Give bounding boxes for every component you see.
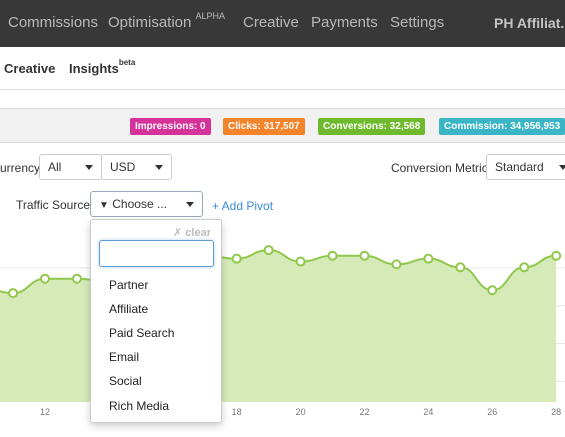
option-paid-search[interactable]: Paid Search [109,326,174,340]
commission-chart [0,245,565,402]
clear-button[interactable]: ✗ clear [173,226,211,239]
currency-scope-value: All [48,160,62,174]
tab-creative[interactable]: Creative [4,61,55,76]
x-tick-label: 24 [423,407,434,417]
nav-payments[interactable]: Payments [311,14,378,31]
x-tick-label: 22 [359,407,370,417]
nav-creative[interactable]: Creative [243,14,299,31]
traffic-source-label: Traffic Source [16,198,91,212]
data-point [327,250,338,261]
option-affiliate[interactable]: Affiliate [109,302,148,316]
alpha-badge: ALPHA [195,11,226,21]
data-point [391,259,402,270]
impressions-badge: Impressions: 0 [130,118,211,135]
option-social[interactable]: Social [109,374,142,388]
filter-icon: ▼ [99,200,109,211]
data-point [519,262,530,273]
currency-scope-select[interactable]: All [39,154,102,180]
stats-bar: Impressions: 0 Clicks: 317,507 Conversio… [0,108,565,143]
x-tick-label: 20 [295,407,306,417]
nav-optimisation-label: Optimisation [108,14,192,31]
nav-optimisation[interactable]: Optimisation ALPHA [108,11,226,31]
x-tick-label: 12 [39,407,50,417]
option-rich-media[interactable]: Rich Media [109,399,169,413]
x-tick-label: 18 [231,407,242,417]
data-point [40,273,50,284]
currency-label: urrency [0,161,41,175]
tab-insights[interactable]: Insightsbeta [69,58,136,76]
traffic-source-dropdown: ✗ clear Partner Affiliate Paid Search Em… [90,219,222,423]
data-point [359,250,370,261]
x-tick-label: 28 [551,407,562,417]
currency-value: USD [110,160,136,174]
nav-commissions[interactable]: Commissions [8,14,98,31]
data-point [231,253,242,264]
account-brand[interactable]: PH Affiliat... [494,15,565,31]
chevron-down-icon [155,165,163,170]
chevron-down-icon [559,165,565,170]
x-tick-label: 26 [487,407,498,417]
chevron-down-icon [186,202,194,207]
data-point [551,250,562,261]
option-email[interactable]: Email [109,350,139,364]
option-partner[interactable]: Partner [109,278,148,292]
data-point [455,262,466,273]
commission-badge: Commission: 34,956,953 [439,118,565,135]
conversions-badge: Conversions: 32,568 [318,118,426,135]
tab-insights-label: Insights [69,61,119,76]
clicks-badge: Clicks: 317,507 [223,118,305,135]
conversion-metric-label: Conversion Metric [391,161,488,175]
currency-select[interactable]: USD [101,154,172,180]
data-point [8,288,19,299]
add-pivot-link[interactable]: + Add Pivot [212,199,273,213]
data-point [263,245,274,256]
conversion-metric-select[interactable]: Standard [486,154,565,180]
data-point [295,256,306,267]
traffic-source-select[interactable]: ▼ Choose ... [90,191,203,217]
data-point [487,285,498,296]
top-navigation: Commissions Optimisation ALPHA Creative … [0,0,565,47]
data-point [423,253,434,264]
nav-settings[interactable]: Settings [390,14,444,31]
dropdown-search-input[interactable] [99,240,214,267]
data-point [71,273,82,284]
beta-badge: beta [118,58,136,67]
traffic-source-placeholder: Choose ... [112,197,167,211]
chevron-down-icon [85,165,93,170]
conversion-metric-value: Standard [495,160,544,174]
sub-navigation: Creative Insightsbeta [0,47,565,90]
